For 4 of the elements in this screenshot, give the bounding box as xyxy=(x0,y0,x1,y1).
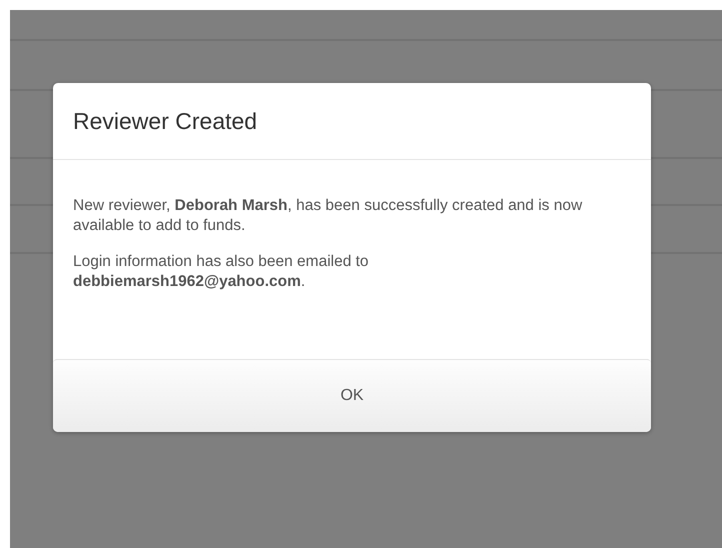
dialog-title: Reviewer Created xyxy=(73,108,258,134)
message-text: Login information has also been emailed to debbiemarsh1962@yahoo.com. xyxy=(73,252,370,292)
ok-button[interactable]: OK xyxy=(53,359,651,432)
message-text: New reviewer, Deborah Marsh, has been successfully created and is now available to add to funds. xyxy=(73,196,584,236)
